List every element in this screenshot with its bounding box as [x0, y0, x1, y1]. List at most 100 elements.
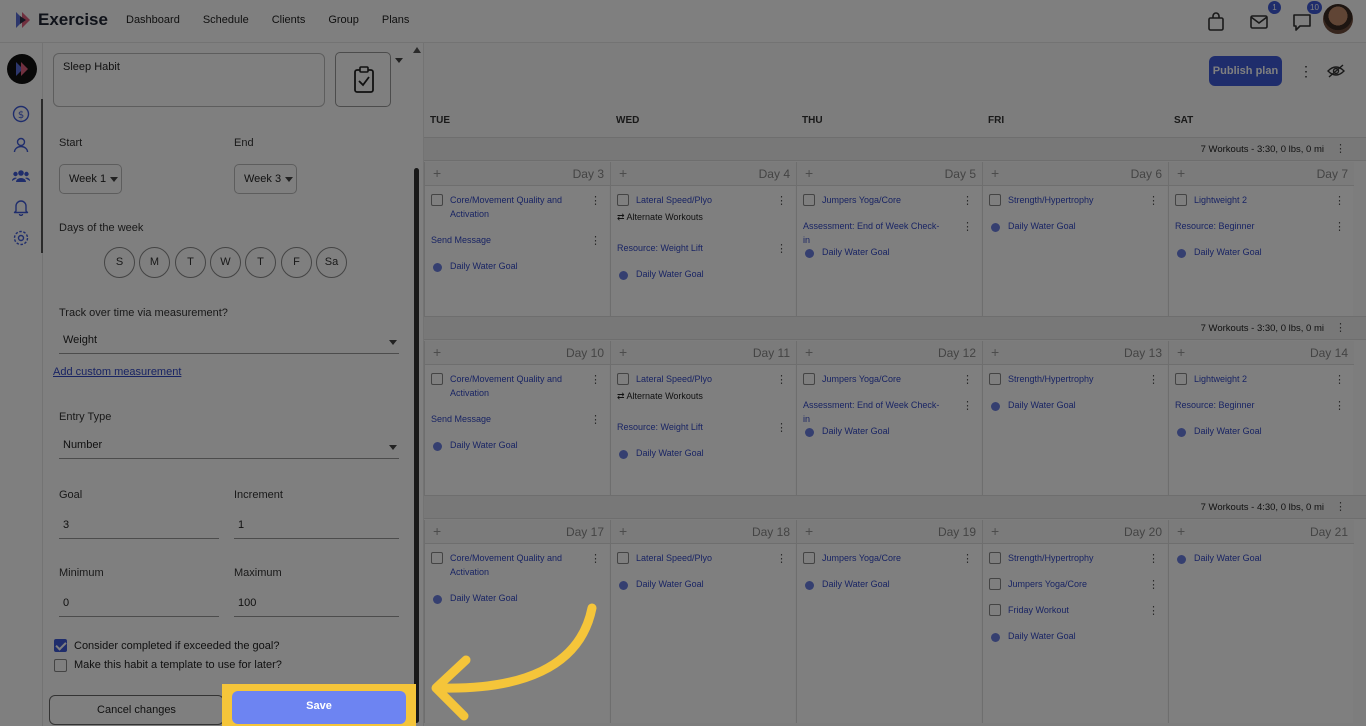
item-menu-icon[interactable]: ⋮	[962, 400, 973, 414]
workout-checkbox[interactable]	[617, 552, 629, 564]
workout-checkbox[interactable]	[431, 552, 443, 564]
item-menu-icon[interactable]: ⋮	[590, 414, 601, 428]
item-menu-icon[interactable]: ⋮	[962, 195, 973, 209]
workout-checkbox[interactable]	[989, 604, 1001, 616]
mail-icon[interactable]	[1248, 11, 1270, 33]
exceeded-goal-checkbox[interactable]	[54, 639, 67, 652]
chevron-down-icon[interactable]	[395, 58, 403, 63]
brand-avatar[interactable]	[7, 54, 37, 84]
item-menu-icon[interactable]: ⋮	[776, 243, 787, 257]
item-menu-icon[interactable]: ⋮	[1334, 221, 1345, 235]
save-button[interactable]: Save	[232, 691, 406, 724]
add-item-icon[interactable]: +	[805, 344, 813, 360]
workout-checkbox[interactable]	[989, 552, 1001, 564]
add-item-icon[interactable]: +	[433, 344, 441, 360]
nav-plans[interactable]: Plans	[382, 14, 410, 26]
nav-clients[interactable]: Clients	[272, 14, 306, 26]
day-toggle-friday[interactable]: F	[281, 247, 312, 278]
item-menu-icon[interactable]: ⋮	[590, 235, 601, 249]
hide-eye-icon[interactable]	[1327, 63, 1345, 79]
day-toggle-wednesday[interactable]: W	[210, 247, 241, 278]
add-item-icon[interactable]: +	[1177, 523, 1185, 539]
nav-schedule[interactable]: Schedule	[203, 14, 249, 26]
user-avatar[interactable]	[1323, 4, 1353, 34]
day-toggle-saturday[interactable]: Sa	[316, 247, 347, 278]
alternate-workouts[interactable]: ⇄ Alternate Workouts	[617, 391, 703, 402]
increment-input[interactable]: 1	[234, 511, 399, 539]
add-item-icon[interactable]: +	[619, 523, 627, 539]
item-menu-icon[interactable]: ⋮	[1334, 374, 1345, 388]
item-menu-icon[interactable]: ⋮	[1334, 400, 1345, 414]
workout-checkbox[interactable]	[1175, 373, 1187, 385]
cancel-changes-button[interactable]: Cancel changes	[49, 695, 224, 725]
end-week-select[interactable]: Week 3	[234, 164, 297, 194]
goal-input[interactable]: 3	[59, 511, 219, 539]
add-item-icon[interactable]: +	[433, 523, 441, 539]
add-item-icon[interactable]: +	[805, 165, 813, 181]
day-toggle-thursday[interactable]: T	[245, 247, 276, 278]
add-item-icon[interactable]: +	[619, 165, 627, 181]
item-menu-icon[interactable]: ⋮	[776, 553, 787, 567]
add-item-icon[interactable]: +	[991, 523, 999, 539]
week-menu-icon[interactable]: ⋮	[1335, 321, 1346, 334]
workout-checkbox[interactable]	[803, 373, 815, 385]
add-item-icon[interactable]: +	[1177, 344, 1185, 360]
item-menu-icon[interactable]: ⋮	[590, 374, 601, 388]
more-options-icon[interactable]: ⋮	[1299, 63, 1313, 80]
workout-checkbox[interactable]	[989, 578, 1001, 590]
add-item-icon[interactable]: +	[1177, 165, 1185, 181]
week-menu-icon[interactable]: ⋮	[1335, 500, 1346, 513]
habit-name-textarea[interactable]: Sleep Habit	[53, 53, 325, 107]
item-menu-icon[interactable]: ⋮	[776, 422, 787, 436]
workout-checkbox[interactable]	[431, 194, 443, 206]
item-menu-icon[interactable]: ⋮	[1148, 605, 1159, 619]
workout-checkbox[interactable]	[617, 194, 629, 206]
workout-checkbox[interactable]	[989, 373, 1001, 385]
item-menu-icon[interactable]: ⋮	[1148, 195, 1159, 209]
alternate-workouts[interactable]: ⇄ Alternate Workouts	[617, 212, 703, 223]
workout-checkbox[interactable]	[431, 373, 443, 385]
workout-checkbox[interactable]	[1175, 194, 1187, 206]
app-logo[interactable]: Exercise	[14, 10, 108, 30]
item-menu-icon[interactable]: ⋮	[962, 553, 973, 567]
item-menu-icon[interactable]: ⋮	[1148, 553, 1159, 567]
add-item-icon[interactable]: +	[619, 344, 627, 360]
scrollbar-thumb[interactable]	[414, 168, 419, 723]
workout-checkbox[interactable]	[803, 194, 815, 206]
item-menu-icon[interactable]: ⋮	[590, 553, 601, 567]
day-toggle-sunday[interactable]: S	[104, 247, 135, 278]
item-menu-icon[interactable]: ⋮	[962, 221, 973, 235]
workout-checkbox[interactable]	[989, 194, 1001, 206]
template-checkbox[interactable]	[54, 659, 67, 672]
settings-gear-icon[interactable]	[12, 229, 30, 247]
measurement-select[interactable]: Weight	[59, 326, 399, 354]
add-item-icon[interactable]: +	[805, 523, 813, 539]
add-custom-measurement-link[interactable]: Add custom measurement	[53, 366, 181, 378]
item-menu-icon[interactable]: ⋮	[776, 374, 787, 388]
minimum-input[interactable]: 0	[59, 589, 219, 617]
item-menu-icon[interactable]: ⋮	[1148, 579, 1159, 593]
item-menu-icon[interactable]: ⋮	[776, 195, 787, 209]
maximum-input[interactable]: 100	[234, 589, 399, 617]
item-menu-icon[interactable]: ⋮	[1334, 195, 1345, 209]
bell-icon[interactable]	[12, 198, 30, 216]
add-item-icon[interactable]: +	[991, 344, 999, 360]
clipboard-button[interactable]	[335, 52, 391, 107]
shopping-bag-icon[interactable]	[1205, 11, 1227, 33]
day-toggle-tuesday[interactable]: T	[175, 247, 206, 278]
day-toggle-monday[interactable]: M	[139, 247, 170, 278]
scroll-up-icon[interactable]	[413, 47, 421, 53]
nav-group[interactable]: Group	[328, 14, 359, 26]
nav-dashboard[interactable]: Dashboard	[126, 14, 180, 26]
user-icon[interactable]	[12, 136, 30, 154]
workout-checkbox[interactable]	[803, 552, 815, 564]
workout-checkbox[interactable]	[617, 373, 629, 385]
group-icon[interactable]	[12, 167, 30, 185]
item-menu-icon[interactable]: ⋮	[590, 195, 601, 209]
entry-type-select[interactable]: Number	[59, 431, 399, 459]
start-week-select[interactable]: Week 1	[59, 164, 122, 194]
item-menu-icon[interactable]: ⋮	[1148, 374, 1159, 388]
add-item-icon[interactable]: +	[991, 165, 999, 181]
add-item-icon[interactable]: +	[433, 165, 441, 181]
publish-plan-button[interactable]: Publish plan	[1209, 56, 1282, 86]
